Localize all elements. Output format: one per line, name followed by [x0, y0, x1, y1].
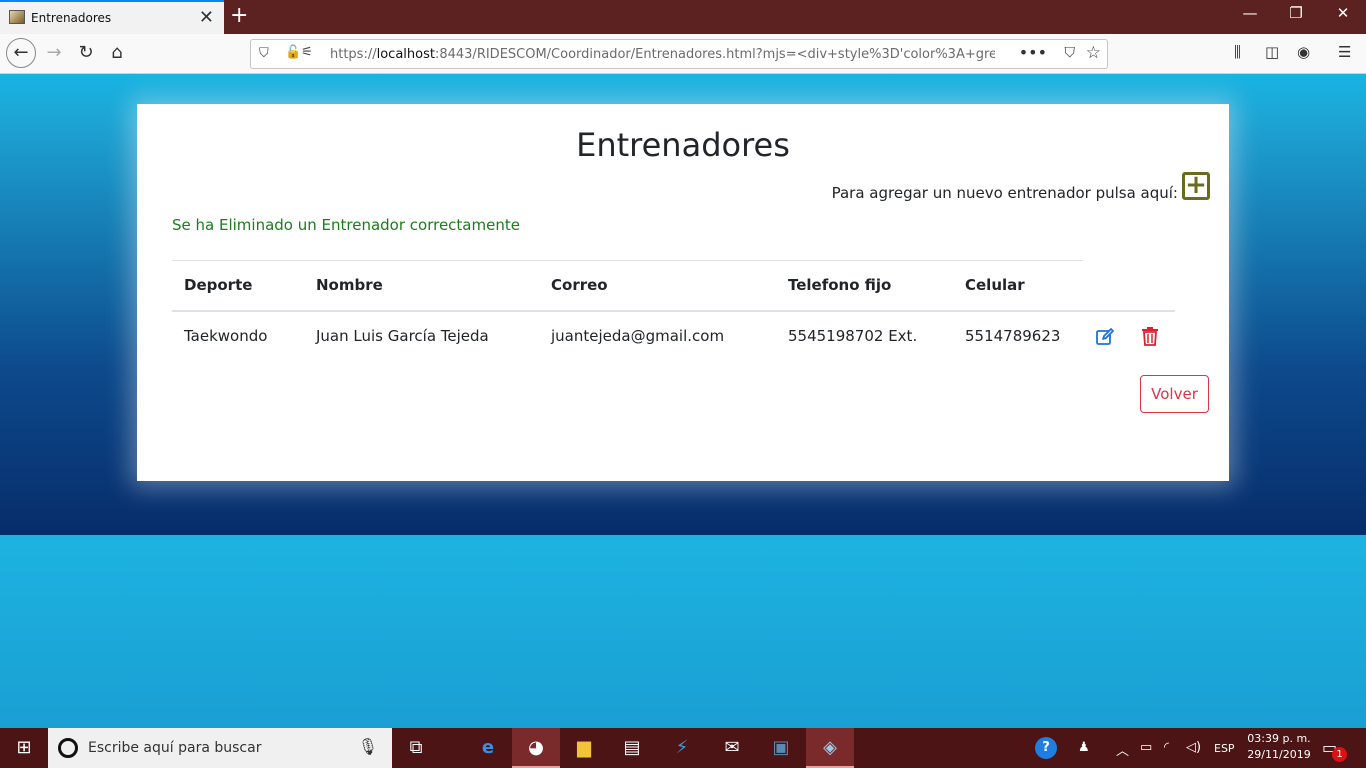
menu-icon[interactable]: ☰ — [1338, 43, 1351, 61]
cell-correo: juantejeda@gmail.com — [551, 327, 725, 345]
notification-badge: 1 — [1332, 747, 1347, 762]
tab-strip: Entrenadores ✕ + — ❐ ✕ — [0, 0, 1366, 34]
clock-time: 03:39 p. m. — [1247, 732, 1311, 745]
file-explorer-icon[interactable]: ▆ — [560, 728, 608, 768]
trainers-table: Deporte Nombre Correo Telefono fijo Celu… — [172, 260, 1175, 361]
cell-telefono: 5545198702 Ext. — [788, 327, 918, 345]
column-header-celular[interactable]: Celular — [953, 260, 1083, 312]
edge-browser-icon[interactable]: e — [464, 728, 512, 768]
sidebar-icon[interactable]: ◫ — [1265, 43, 1279, 61]
volume-icon[interactable]: ◁) — [1186, 740, 1201, 755]
close-window-button[interactable]: ✕ — [1320, 4, 1366, 22]
new-tab-button[interactable]: + — [230, 3, 248, 28]
edit-cell — [1083, 311, 1129, 361]
language-indicator[interactable]: ESP — [1214, 742, 1235, 755]
minimize-window-button[interactable]: — — [1227, 4, 1273, 22]
column-header-edit — [1083, 260, 1129, 312]
clock-date: 29/11/2019 — [1247, 748, 1311, 761]
page-title: Entrenadores — [576, 126, 790, 164]
page-background: Entrenadores Para agregar un nuevo entre… — [0, 74, 1366, 728]
restore-window-button[interactable]: ❐ — [1273, 4, 1319, 22]
wifi-icon[interactable]: ◜ — [1164, 740, 1169, 755]
bookmark-star-icon[interactable]: ☆ — [1086, 43, 1101, 63]
navigation-toolbar: ← → ↻ ⌂ ⛉ 🔓⚟ https://localhost:8443/RIDE… — [0, 34, 1366, 74]
cortana-icon[interactable] — [58, 738, 78, 758]
tab-entrenadores[interactable]: Entrenadores ✕ — [0, 0, 224, 34]
people-icon[interactable]: ♟ — [1078, 740, 1090, 755]
store-icon[interactable]: ▤ — [608, 728, 656, 768]
address-bar[interactable]: ⛉ 🔓⚟ https://localhost:8443/RIDESCOM/Coo… — [250, 39, 1108, 69]
column-header-nombre[interactable]: Nombre — [304, 260, 539, 312]
close-tab-icon[interactable]: ✕ — [199, 7, 214, 28]
trash-icon[interactable] — [1141, 326, 1159, 346]
microphone-icon[interactable]: 🎙 — [358, 737, 378, 756]
back-button-volver[interactable]: Volver — [1140, 375, 1209, 413]
success-message: Se ha Eliminado un Entrenador correctame… — [172, 216, 520, 234]
task-view-icon[interactable]: ⧉ — [392, 728, 440, 768]
mail-icon[interactable]: ✉ — [708, 728, 756, 768]
show-hidden-icons-chevron-icon[interactable]: ︿ — [1116, 740, 1129, 759]
table-header-row: Deporte Nombre Correo Telefono fijo Celu… — [172, 260, 1175, 312]
action-center-icon[interactable]: ▭ 1 — [1322, 738, 1347, 762]
back-button[interactable]: ← — [6, 38, 36, 68]
library-icon[interactable]: ⫼ — [1234, 43, 1241, 61]
page-lower-band — [0, 535, 1366, 728]
add-trainer-text: Para agregar un nuevo entrenador pulsa a… — [831, 184, 1178, 202]
column-header-deporte[interactable]: Deporte — [172, 260, 304, 312]
account-icon[interactable]: ◉ — [1297, 43, 1310, 61]
insecure-lock-icon[interactable]: 🔓⚟ — [285, 45, 313, 60]
table-row: Taekwondo Juan Luis García Tejeda juante… — [172, 311, 1175, 361]
visual-studio-code-icon[interactable]: ⚡ — [658, 728, 706, 768]
cell-celular: 5514789623 — [965, 327, 1061, 345]
mysql-workbench-icon[interactable]: ▣ — [757, 728, 805, 768]
system-clock[interactable]: 03:39 p. m. 29/11/2019 — [1244, 731, 1314, 763]
battery-icon[interactable]: ▭ — [1140, 740, 1152, 755]
page-actions-icon[interactable]: ••• — [1019, 43, 1047, 62]
add-trainer-button[interactable]: + — [1182, 172, 1210, 200]
site-favicon-icon — [9, 10, 25, 24]
reload-button[interactable]: ↻ — [72, 41, 100, 67]
column-header-delete — [1129, 260, 1175, 312]
virtualbox-icon[interactable]: ◈ — [806, 728, 854, 768]
home-button[interactable]: ⌂ — [103, 41, 131, 67]
cell-deporte: Taekwondo — [184, 327, 268, 345]
column-header-correo[interactable]: Correo — [539, 260, 776, 312]
pocket-icon[interactable]: ⛉ — [1065, 45, 1076, 61]
help-icon[interactable]: ? — [1035, 737, 1057, 759]
taskbar-search-box[interactable]: Escribe aquí para buscar 🎙 — [48, 728, 392, 768]
cell-nombre: Juan Luis García Tejeda — [316, 327, 489, 345]
firefox-icon[interactable]: ◕ — [512, 728, 560, 768]
column-header-telefono[interactable]: Telefono fijo — [776, 260, 953, 312]
add-trainer-row: Para agregar un nuevo entrenador pulsa a… — [810, 172, 1210, 202]
content-card: Entrenadores Para agregar un nuevo entre… — [137, 104, 1229, 481]
tracking-shield-icon[interactable]: ⛉ — [259, 46, 269, 61]
search-placeholder: Escribe aquí para buscar — [88, 740, 262, 756]
tab-title: Entrenadores — [31, 11, 112, 25]
url-text[interactable]: https://localhost:8443/RIDESCOM/Coordina… — [330, 47, 995, 62]
forward-button[interactable]: → — [40, 41, 68, 67]
delete-cell — [1129, 311, 1175, 361]
windows-start-icon[interactable]: ⊞ — [0, 728, 48, 768]
edit-icon[interactable] — [1095, 326, 1115, 347]
windows-taskbar: ⊞ Escribe aquí para buscar 🎙 ⧉ e ◕ ▆ ▤ ⚡… — [0, 728, 1366, 768]
